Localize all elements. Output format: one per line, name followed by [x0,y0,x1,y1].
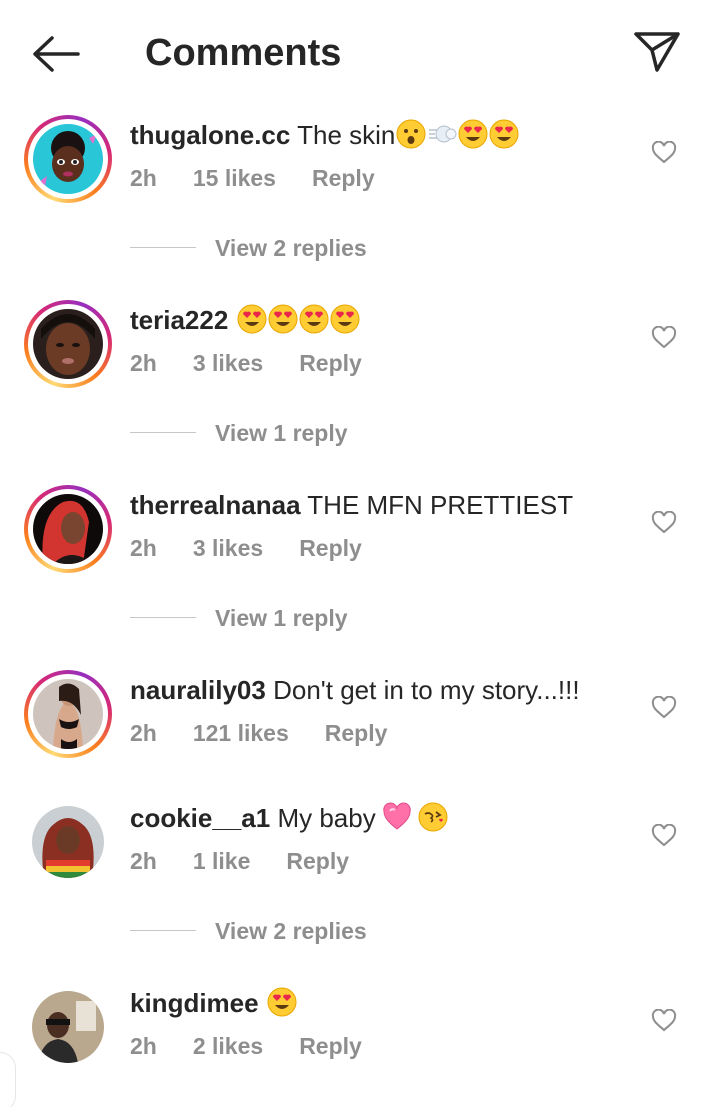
avatar[interactable] [24,115,112,203]
comment-text: THE MFN PRETTIEST [307,490,574,520]
view-replies-label: View 1 reply [215,605,348,631]
avatar-image [32,806,104,878]
heart-eyes-emoji [267,987,297,1017]
divider [130,930,196,931]
comment-meta: 2h 15 likes Reply [130,163,411,193]
comment-likes[interactable]: 1 like [193,846,251,876]
comment-time: 2h [130,848,157,874]
avatar[interactable] [24,983,112,1071]
comment-text-line: nauralily03 Don't get in to my story...!… [130,672,580,708]
comment-item: nauralily03 Don't get in to my story...!… [0,670,720,780]
comment-item: cookie__a1 My baby 2h 1 like Reply [0,798,720,908]
comment-meta: 2h 121 likes Reply [130,718,423,748]
comment-time: 2h [130,720,157,746]
comment-text-line: teria222 [130,302,360,338]
avatar-image [33,494,103,564]
comment-text-line: therrealnanaa THE MFN PRETTIEST [130,487,573,523]
reply-button[interactable]: Reply [286,846,349,876]
comment-likes[interactable]: 3 likes [193,348,263,378]
comment-item: therrealnanaa THE MFN PRETTIEST 2h 3 like… [0,485,720,595]
comment-text: Don't get in to my story...!!! [273,675,580,705]
comment-time: 2h [130,535,157,561]
comment-username[interactable]: therrealnanaa [130,490,301,520]
comment-likes[interactable]: 121 likes [193,718,289,748]
comment-item: teria222 2h 3 likes Reply [0,300,720,410]
comment-username[interactable]: nauralily03 [130,675,266,705]
comment-meta: 2h 1 like Reply [130,846,385,876]
dash-emoji [429,125,457,143]
heart-icon[interactable] [651,824,677,848]
paper-plane-icon[interactable] [632,28,682,74]
heart-eyes-emoji [489,119,519,149]
avatar-image [33,124,103,194]
heart-eyes-emoji [237,304,267,334]
heart-icon[interactable] [651,141,677,165]
divider [130,432,196,433]
heart-icon[interactable] [651,1009,677,1033]
comment-likes[interactable]: 3 likes [193,533,263,563]
avatar[interactable] [24,670,112,758]
heart-icon[interactable] [651,511,677,535]
comment-username[interactable]: teria222 [130,305,228,335]
comment-username[interactable]: kingdimee [130,988,259,1018]
avatar-image [33,309,103,379]
view-replies-label: View 2 replies [215,235,367,261]
heart-icon[interactable] [651,696,677,720]
view-replies-label: View 1 reply [215,420,348,446]
reply-button[interactable]: Reply [299,533,362,563]
comment-text: My baby [277,803,376,833]
comments-header: Comments [0,0,720,105]
kissing-face-emoji [418,802,448,832]
hushed-face-emoji [396,119,426,149]
avatar[interactable] [24,798,112,886]
comment-username[interactable]: thugalone.cc [130,120,290,150]
divider [130,247,196,248]
comment-item: kingdimee 2h 2 likes Reply [0,983,720,1093]
comment-username[interactable]: cookie__a1 [130,803,270,833]
divider [130,617,196,618]
heart-icon[interactable] [651,326,677,350]
comment-likes[interactable]: 2 likes [193,1031,263,1061]
comment-meta: 2h 3 likes Reply [130,348,398,378]
avatar[interactable] [24,300,112,388]
scroll-edge [0,1052,16,1107]
comment-item: thugalone.cc The skin 2h 15 likes Reply [0,115,720,225]
heart-eyes-emoji [268,304,298,334]
comment-text: The skin [297,120,396,150]
avatar-image [33,679,103,749]
reply-button[interactable]: Reply [299,1031,362,1061]
comment-time: 2h [130,350,157,376]
comment-text-line: kingdimee [130,985,297,1021]
comment-text-line: cookie__a1 My baby [130,800,448,836]
heart-eyes-emoji [299,304,329,334]
avatar[interactable] [24,485,112,573]
heart-eyes-emoji [330,304,360,334]
comment-time: 2h [130,165,157,191]
comment-meta: 2h 3 likes Reply [130,533,398,563]
comment-likes[interactable]: 15 likes [193,163,276,193]
avatar-image [32,991,104,1063]
heart-eyes-emoji [458,119,488,149]
pink-heart-emoji [382,802,411,830]
arrow-left-icon[interactable] [30,34,82,74]
view-replies-label: View 2 replies [215,918,367,944]
comment-meta: 2h 2 likes Reply [130,1031,398,1061]
reply-button[interactable]: Reply [325,718,388,748]
reply-button[interactable]: Reply [312,163,375,193]
reply-button[interactable]: Reply [299,348,362,378]
page-title: Comments [145,32,342,74]
comment-text-line: thugalone.cc The skin [130,117,519,153]
comment-time: 2h [130,1033,157,1059]
